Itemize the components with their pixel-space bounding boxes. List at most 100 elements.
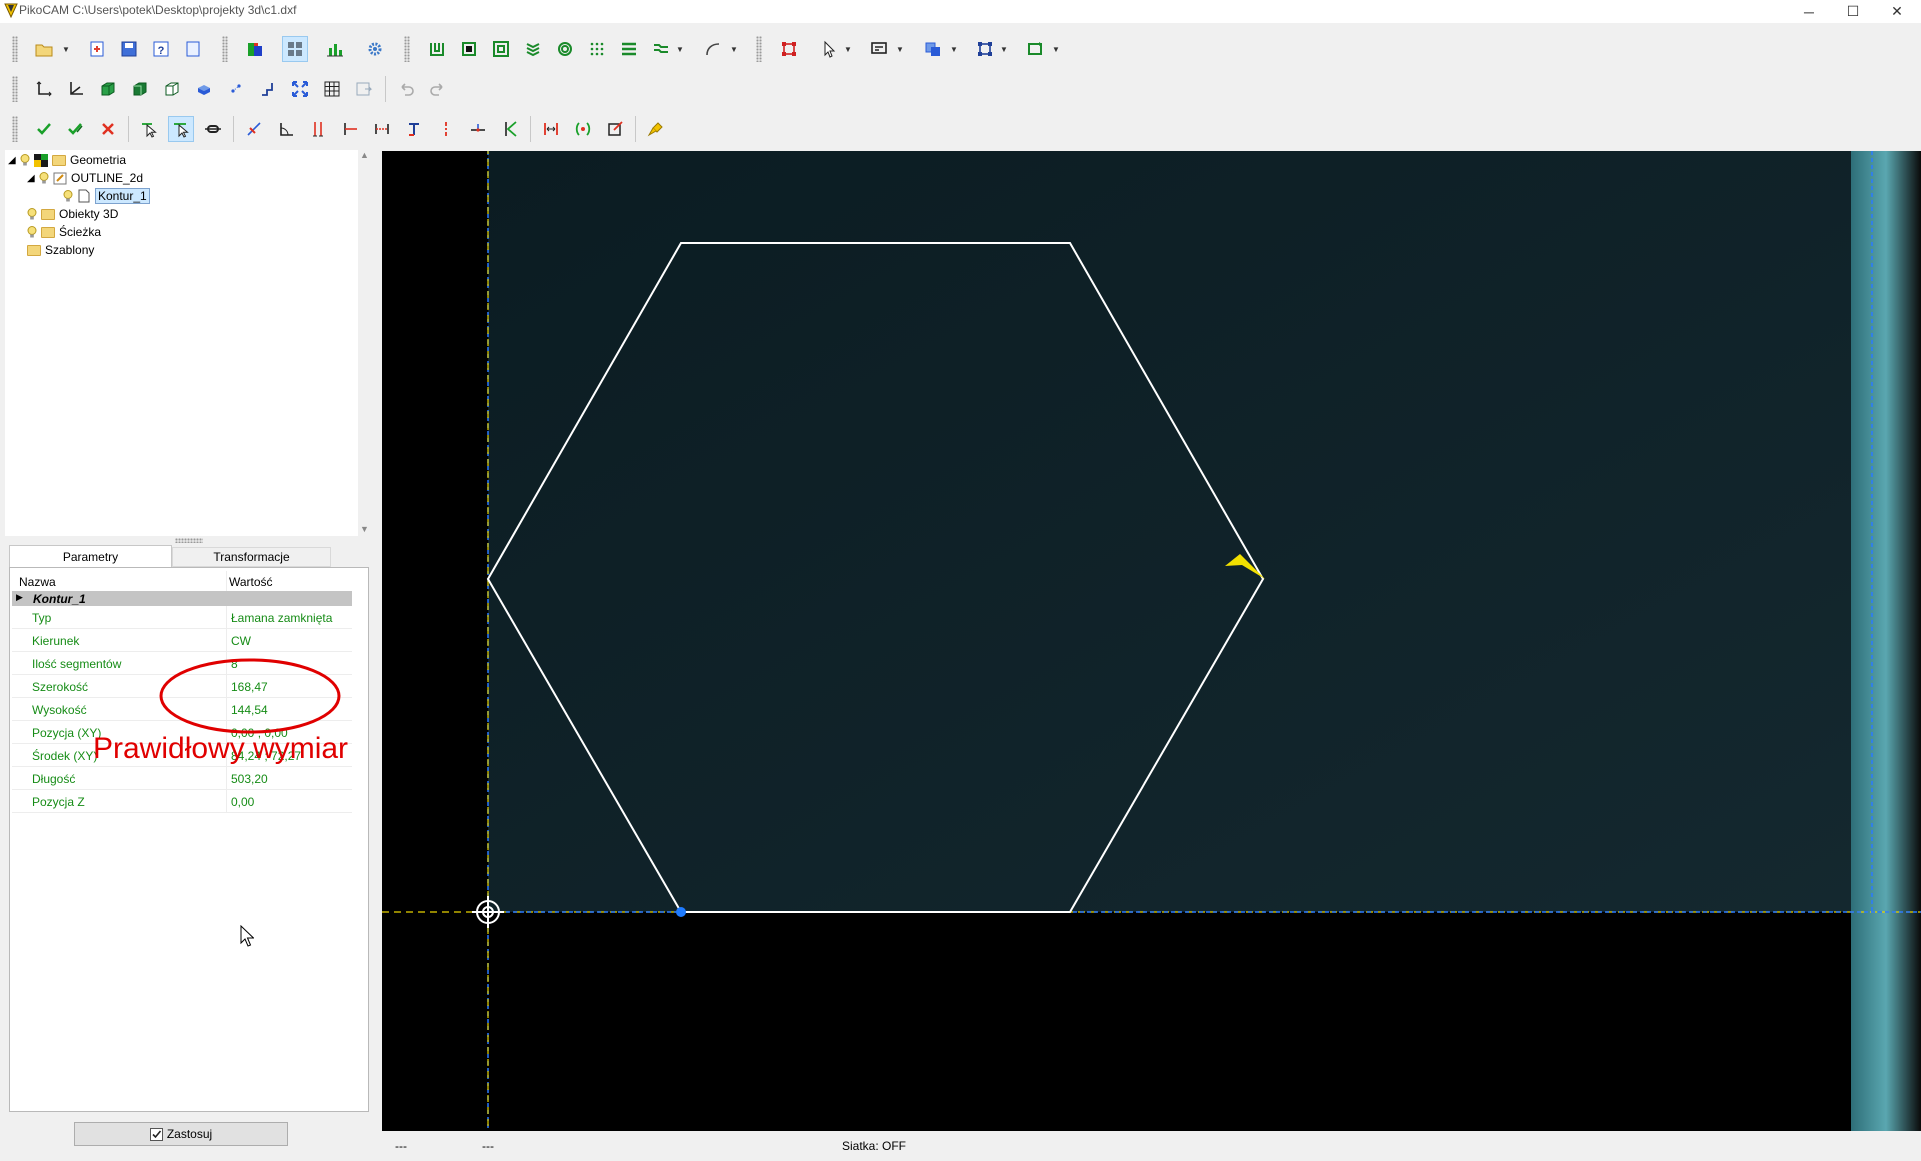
distance-button[interactable] — [369, 116, 395, 142]
arc-dropdown[interactable]: ▼ — [730, 36, 738, 62]
select-contour-button[interactable] — [136, 116, 162, 142]
arc-button[interactable] — [700, 36, 726, 62]
midpoint-button[interactable] — [465, 116, 491, 142]
toolbar-grip[interactable] — [756, 36, 762, 62]
view-points-button[interactable] — [223, 76, 249, 102]
bulb-icon[interactable] — [63, 190, 73, 202]
close-button[interactable]: ✕ — [1875, 0, 1919, 23]
material-button[interactable] — [242, 36, 268, 62]
screenshot-button[interactable] — [351, 76, 377, 102]
select-dropdown[interactable]: ▼ — [844, 36, 852, 62]
settings-button[interactable] — [362, 36, 388, 62]
property-value[interactable]: 0,00 — [231, 795, 254, 809]
cad-viewport[interactable] — [382, 151, 1921, 1131]
vertical-dim-button[interactable] — [305, 116, 331, 142]
bulb-icon[interactable] — [20, 154, 30, 166]
tree-item-outline[interactable]: ◢ OUTLINE_2d — [27, 169, 143, 187]
bulb-icon[interactable] — [39, 172, 49, 184]
help-button[interactable]: ? — [148, 36, 174, 62]
select-chain-button[interactable] — [168, 116, 194, 142]
property-value[interactable]: Łamana zamknięta — [231, 611, 332, 625]
horizontal-dim-button[interactable] — [337, 116, 363, 142]
engrave-button[interactable] — [520, 36, 546, 62]
clean-button[interactable] — [643, 116, 669, 142]
layout-grid-button[interactable] — [282, 36, 308, 62]
tree-scrollbar[interactable]: ▲ ▼ — [358, 150, 372, 536]
profile-inside-button[interactable] — [456, 36, 482, 62]
profile-outside-button[interactable] — [488, 36, 514, 62]
tree-item-templates[interactable]: Szablony — [27, 241, 94, 259]
property-row[interactable]: Długość 503,20 — [12, 767, 352, 790]
new-file-button[interactable] — [84, 36, 110, 62]
statistics-button[interactable] — [322, 36, 348, 62]
expand-arrow-icon[interactable]: ◢ — [27, 173, 39, 184]
toolbar-grip[interactable] — [12, 116, 18, 142]
drill-grid-button[interactable] — [584, 36, 610, 62]
open-file-button[interactable] — [31, 36, 57, 62]
object-tree[interactable]: ◢ Geometria ◢ OUTLINE_2d Kontur_1 Obiekt… — [5, 150, 358, 536]
property-value[interactable]: 503,20 — [231, 772, 268, 786]
minimize-button[interactable]: ─ — [1787, 0, 1831, 23]
scroll-up-icon[interactable]: ▲ — [360, 150, 369, 160]
redo-button[interactable] — [425, 76, 451, 102]
maximize-button[interactable]: ☐ — [1831, 0, 1875, 23]
snap-dropdown[interactable]: ▼ — [896, 36, 904, 62]
cancel-button[interactable] — [95, 116, 121, 142]
tree-item-objects3d[interactable]: Obiekty 3D — [27, 205, 118, 223]
toolbar-grip[interactable] — [404, 36, 410, 62]
start-point[interactable] — [676, 907, 686, 917]
offset-button[interactable] — [538, 116, 564, 142]
wave-button[interactable] — [648, 36, 674, 62]
tree-item-path[interactable]: Ścieżka — [27, 223, 101, 241]
group-expand-icon[interactable]: ▶ — [16, 592, 23, 603]
property-row[interactable]: Typ Łamana zamknięta — [12, 606, 352, 629]
toolbar-grip[interactable] — [12, 76, 18, 102]
splitter-handle[interactable] — [175, 538, 203, 543]
boolean-button[interactable] — [920, 36, 946, 62]
bulb-icon[interactable] — [27, 226, 37, 238]
mirror-button[interactable] — [497, 116, 523, 142]
select-pointer-button[interactable] — [816, 36, 842, 62]
accept-button[interactable] — [31, 116, 57, 142]
facing-button[interactable] — [616, 36, 642, 62]
bounding-box-button[interactable] — [776, 36, 802, 62]
link-button[interactable] — [200, 116, 226, 142]
view-top-button[interactable] — [159, 76, 185, 102]
accept-all-button[interactable] — [63, 116, 89, 142]
tab-parameters[interactable]: Parametry — [9, 545, 172, 567]
tree-item-geometry[interactable]: ◢ Geometria — [8, 151, 126, 169]
snap-button[interactable] — [866, 36, 892, 62]
refresh-button[interactable] — [1022, 36, 1048, 62]
expand-arrow-icon[interactable]: ◢ — [8, 155, 20, 166]
bulb-icon[interactable] — [27, 208, 37, 220]
angle-button[interactable] — [273, 116, 299, 142]
view-steps-button[interactable] — [255, 76, 281, 102]
property-row[interactable]: Kierunek CW — [12, 629, 352, 652]
tree-item-contour[interactable]: Kontur_1 — [63, 187, 150, 205]
spiral-button[interactable] — [552, 36, 578, 62]
tab-transformations[interactable]: Transformacje — [172, 547, 331, 567]
trim-button[interactable] — [241, 116, 267, 142]
document-button[interactable] — [180, 36, 206, 62]
scroll-down-icon[interactable]: ▼ — [360, 524, 369, 534]
toolbar-grip[interactable] — [222, 36, 228, 62]
undo-button[interactable] — [393, 76, 419, 102]
grid-toggle-button[interactable] — [319, 76, 345, 102]
split-button[interactable] — [433, 116, 459, 142]
view-xy-button[interactable] — [31, 76, 57, 102]
viewport-canvas[interactable] — [382, 151, 1921, 1131]
view-side-button[interactable] — [127, 76, 153, 102]
nodes-dropdown[interactable]: ▼ — [1000, 36, 1008, 62]
edit-button[interactable] — [602, 116, 628, 142]
view-iso-axis-button[interactable] — [63, 76, 89, 102]
center-button[interactable] — [570, 116, 596, 142]
zoom-extents-button[interactable] — [287, 76, 313, 102]
view-front-button[interactable] — [95, 76, 121, 102]
toolbar-grip[interactable] — [12, 36, 18, 62]
open-file-dropdown[interactable]: ▼ — [62, 36, 70, 62]
nodes-button[interactable] — [972, 36, 998, 62]
save-button[interactable] — [116, 36, 142, 62]
property-group[interactable]: ▶ Kontur_1 — [12, 591, 352, 606]
refresh-dropdown[interactable]: ▼ — [1052, 36, 1060, 62]
wave-dropdown[interactable]: ▼ — [676, 36, 684, 62]
